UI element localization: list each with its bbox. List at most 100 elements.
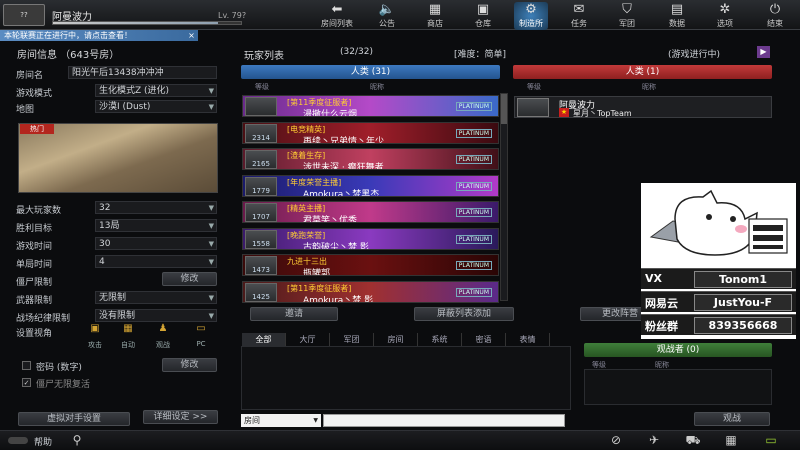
scrollbar-thumb[interactable] — [501, 94, 507, 124]
player-name: 涉世未深 · 癫狂舞者 — [303, 163, 384, 170]
win-target-select[interactable]: 13局 ▼ — [95, 219, 217, 232]
human-player-row[interactable]: 2165 [渣着生存] 涉世未深 · 癫狂舞者 PLATINUM — [242, 148, 499, 170]
player-name: Amokura丶梦 影 — [303, 295, 374, 303]
spectate-button[interactable]: 观战 — [694, 412, 770, 426]
chat-input[interactable] — [323, 414, 565, 427]
chevron-down-icon: ▼ — [208, 258, 214, 266]
footer-bar — [0, 430, 800, 450]
player-rank-badge: 1425 — [245, 282, 277, 302]
hot-badge: 热门 — [20, 124, 54, 134]
search-icon[interactable]: ⚲ — [68, 433, 86, 447]
nav-options[interactable]: ✲ 选项 — [708, 2, 742, 30]
nav-legion[interactable]: ⛉ 军团 — [610, 2, 644, 30]
battery-icon[interactable]: ▭ — [762, 433, 780, 447]
toggle-switch[interactable] — [8, 437, 28, 444]
fans-value: 839356668 — [694, 317, 792, 334]
human-player-row[interactable]: 1558 [晚跑荣誉] 古韵破尘丶梦 影 PLATINUM — [242, 227, 499, 250]
password-modify-button[interactable]: 修改 — [162, 358, 217, 372]
mode-value: 生化模式Z (进化) — [99, 86, 170, 96]
game-time-select[interactable]: 30 ▼ — [95, 237, 217, 250]
nav-workshop[interactable]: ⚙ 制造所 — [514, 2, 548, 30]
nav-tasks[interactable]: ✉ 任务 — [562, 2, 596, 30]
human-player-row[interactable]: 1473 九进十三出 瓶罐郭 PLATINUM — [242, 254, 499, 276]
nav-warehouse[interactable]: ▣ 仓库 — [466, 2, 500, 30]
password-checkbox[interactable] — [22, 361, 31, 370]
virtual-opponent-button[interactable]: 虚拟对手设置 — [18, 412, 130, 426]
nav-room-list[interactable]: ⬅ 房间列表 — [320, 2, 354, 30]
player-list-title: 玩家列表 — [244, 51, 284, 62]
player-name: 再续丶兄弟情丶年少 — [303, 136, 385, 144]
xp-fill — [53, 22, 219, 24]
overlay-row-vx: VX Tonom1 — [641, 268, 796, 289]
chevron-down-icon: ▼ — [208, 103, 214, 111]
view-auto-icon[interactable]: ▦ — [115, 323, 141, 337]
game-time-value: 30 — [99, 239, 111, 249]
chat-tab[interactable]: 全部 — [242, 333, 286, 346]
chat-tab[interactable]: 军团 — [330, 333, 374, 346]
nav-shop-label: 商店 — [427, 19, 443, 28]
runner-icon[interactable]: ✈ — [645, 433, 663, 447]
chat-area — [241, 346, 571, 410]
chat-tab[interactable]: 表情 — [506, 333, 550, 346]
vx-value: Tonom1 — [694, 271, 792, 288]
china-flag-icon: ★ — [559, 108, 569, 117]
player-list-scrollbar[interactable] — [500, 93, 508, 301]
chat-tab[interactable]: 密语 — [462, 333, 506, 346]
nav-announce[interactable]: 🔈 公告 — [370, 2, 404, 30]
overlay-row-fans: 粉丝群 839356668 — [641, 314, 796, 335]
compass-icon[interactable]: ⊘ — [607, 433, 625, 447]
fans-label: 粉丝群 — [645, 320, 678, 333]
view-setting-label: 设置视角 — [16, 329, 53, 339]
nav-data[interactable]: ▤ 数据 — [660, 2, 694, 30]
human-player-row[interactable]: 1779 [年度荣誉主播] Amokura丶梦黑杰 PLATINUM — [242, 174, 499, 197]
game-status: (游戏进行中) — [668, 50, 721, 60]
help-label[interactable]: 帮助 — [34, 435, 52, 448]
netease-value: JustYou-F — [694, 294, 792, 311]
chat-tab[interactable]: 大厅 — [286, 333, 330, 346]
spectators-header: 观战者 (0) — [584, 343, 772, 357]
human-player-row[interactable]: 1707 [精英主播] 君莫笑丶优秀 PLATINUM — [242, 201, 499, 223]
chat-channel-value: 房间 — [244, 416, 260, 425]
map-select[interactable]: 沙漠Ⅰ (Dust) ▼ — [95, 100, 217, 113]
max-players-select[interactable]: 32 ▼ — [95, 201, 217, 214]
win-target-value: 13局 — [99, 221, 120, 231]
chat-channel-select[interactable]: 房间 ▼ — [241, 414, 321, 427]
zombie-unlimited-checkbox[interactable]: ✓ — [22, 378, 31, 387]
close-icon[interactable]: × — [186, 30, 197, 41]
chat-tab[interactable]: 系统 — [418, 333, 462, 346]
zombie-limit-modify-button[interactable]: 修改 — [162, 272, 217, 286]
detail-settings-button[interactable]: 详细设定 >> — [143, 410, 218, 424]
player-rank-badge: ?? — [3, 4, 45, 26]
round-time-select[interactable]: 4 ▼ — [95, 255, 217, 268]
view-attack-icon[interactable]: ▣ — [82, 323, 108, 337]
zombie-col-name: 昵称 — [642, 83, 656, 91]
human-player-row[interactable]: 2314 [电竞精英] 再续丶兄弟情丶年少 PLATINUM — [242, 121, 499, 144]
nav-workshop-label: 制造所 — [519, 19, 543, 28]
weapon-limit-select[interactable]: 无限制 ▼ — [95, 291, 217, 304]
player-name: 漫撒什么云烟 — [303, 110, 358, 117]
nav-exit[interactable]: ⏻ 结束 — [758, 2, 792, 30]
chevron-down-icon: ▼ — [208, 240, 214, 248]
view-pc-icon[interactable]: ▭ — [188, 323, 214, 337]
invite-button[interactable]: 邀请 — [250, 307, 338, 321]
block-list-add-button[interactable]: 屏蔽列表添加 — [414, 307, 514, 321]
nav-shop[interactable]: ▦ 商店 — [418, 2, 452, 30]
play-icon[interactable]: ▶ — [757, 46, 770, 58]
room-name-field[interactable]: 阳光午后13438冲冲冲 — [68, 66, 217, 79]
overlay-row-netease: 网易云 JustYou-F — [641, 291, 796, 312]
human-player-row[interactable]: [第11季度征服者] 漫撒什么云烟 PLATINUM — [242, 95, 499, 117]
player-rank-badge: 1707 — [245, 203, 277, 222]
mode-select[interactable]: 生化模式Z (进化) ▼ — [95, 84, 217, 97]
player-rank-badge: 2165 — [245, 150, 277, 169]
zombie-unlimited-label: 僵尸无限复活 — [36, 380, 91, 390]
nav-options-label: 选项 — [717, 19, 733, 28]
human-player-row[interactable]: 1425 [第11季度征服者] Amokura丶梦 影 PLATINUM — [242, 280, 499, 303]
chat-tab[interactable]: 房间 — [374, 333, 418, 346]
zombie-row[interactable]: 阿曼波力 ★ 星月丶TopTeam — [514, 96, 772, 118]
league-notice[interactable]: 本轮联赛正在进行中，请点击查看！ — [0, 30, 198, 41]
cart-icon[interactable]: ⛟ — [684, 433, 702, 447]
player-rank-badge: 2314 — [245, 123, 277, 143]
tactic-limit-select[interactable]: 没有限制 ▼ — [95, 309, 217, 322]
calendar-icon[interactable]: ▦ — [722, 433, 740, 447]
view-spectate-icon[interactable]: ♟ — [150, 323, 176, 337]
